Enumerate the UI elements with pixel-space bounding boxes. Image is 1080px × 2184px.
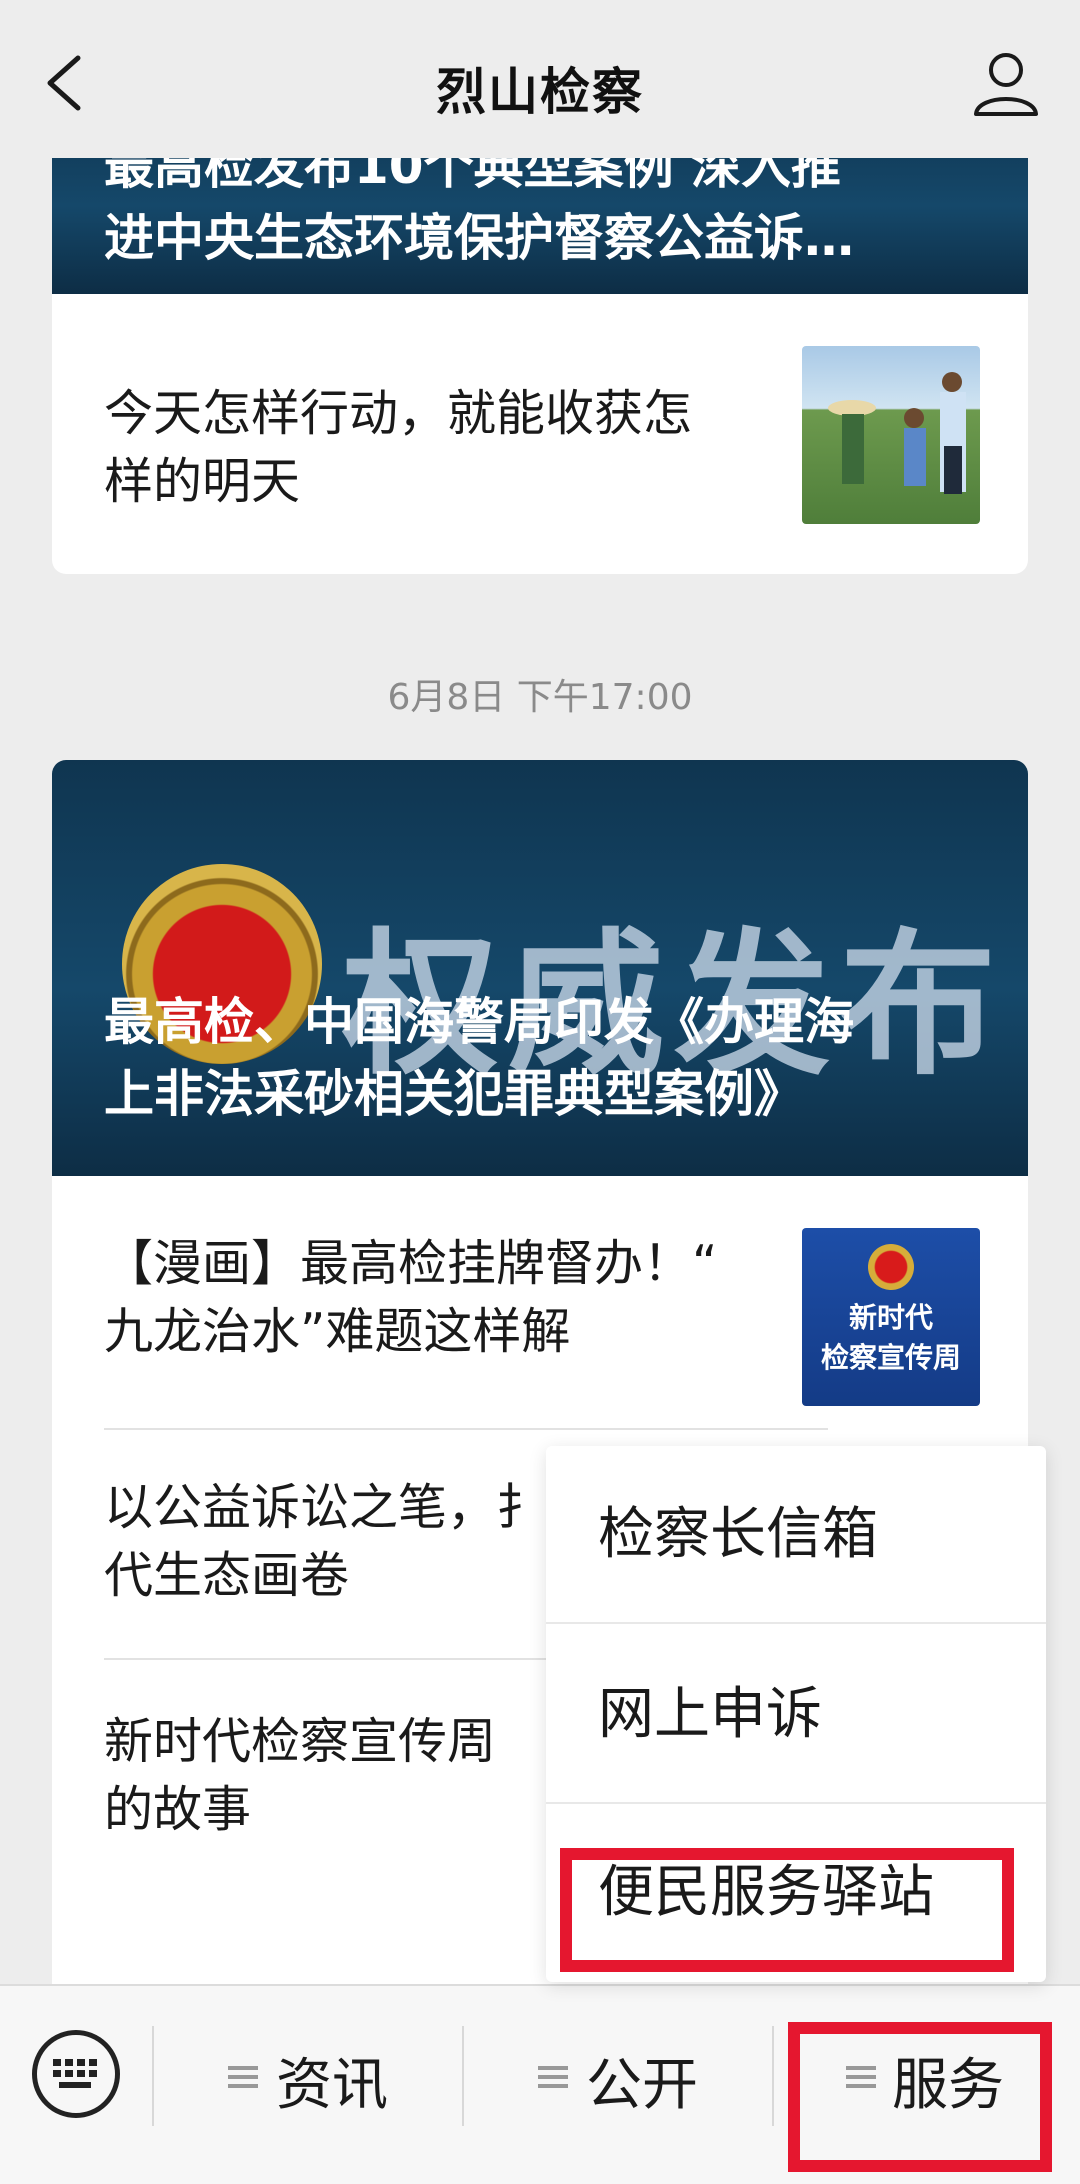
- highlight-box-menu-item: [560, 1848, 1014, 1972]
- title-line: 的故事: [104, 1781, 252, 1838]
- article-thumbnail: 新时代 检察宣传周: [802, 1228, 980, 1406]
- banner-title-1: 最高检发布10个典型案例 深入推 进中央生态环境保护督察公益诉…: [104, 158, 980, 274]
- menu-item-chief-prosecutor-mailbox[interactable]: 检察长信箱: [546, 1446, 1046, 1624]
- menu-item-online-appeal[interactable]: 网上申诉: [546, 1626, 1046, 1804]
- title-line: 新时代检察宣传周: [104, 1713, 497, 1770]
- banner-title-2: 最高检、中国海警局印发《办理海 上非法采砂相关犯罪典型案例》: [104, 986, 980, 1130]
- tab-label: 资讯: [276, 2053, 388, 2118]
- profile-icon: [974, 53, 1038, 116]
- top-navigation-bar: 烈山检察: [0, 0, 1080, 158]
- article-title: 以公益诉讼之笔，扌 代生态画卷: [104, 1474, 545, 1610]
- article-title: 新时代检察宣传周 的故事: [104, 1708, 496, 1844]
- menu-lines-icon: [538, 2066, 568, 2088]
- article-thumbnail: [802, 346, 980, 524]
- list-item[interactable]: 今天怎样行动，就能收获怎 样的明天: [104, 344, 980, 534]
- emblem-icon: [868, 1244, 914, 1290]
- banner-title-line: 最高检发布10个典型案例 深入推: [104, 158, 841, 195]
- thumbnail-text: 检察宣传周: [820, 1341, 961, 1374]
- title-line: 样的明天: [104, 453, 301, 510]
- article-title: 今天怎样行动，就能收获怎 样的明天: [104, 380, 692, 516]
- title-line: 【漫画】最高检挂牌督办！“: [104, 1235, 718, 1292]
- tab-label: 公开: [586, 2053, 698, 2118]
- article-title: 【漫画】最高检挂牌督办！“ 九龙治水”难题这样解: [104, 1230, 717, 1366]
- title-line: 以公益诉讼之笔，扌: [104, 1479, 546, 1536]
- tab-public[interactable]: 公开: [464, 1986, 770, 2184]
- list-item[interactable]: 【漫画】最高检挂牌督办！“ 九龙治水”难题这样解 新时代 检察宣传周: [104, 1176, 980, 1428]
- keyboard-toggle-button[interactable]: [32, 2030, 120, 2118]
- message-timestamp: 6月8日 下午17:00: [387, 677, 693, 718]
- tab-news[interactable]: 资讯: [154, 1986, 460, 2184]
- keyboard-icon: [53, 2059, 97, 2088]
- thumbnail-text: 新时代: [848, 1301, 933, 1334]
- article-banner-2[interactable]: 权威发布 最高检、中国海警局印发《办理海 上非法采砂相关犯罪典型案例》: [52, 760, 1028, 1176]
- menu-lines-icon: [228, 2066, 258, 2088]
- banner-title-line: 进中央生态环境保护督察公益诉…: [104, 209, 854, 267]
- people-in-field-image: [828, 372, 966, 494]
- profile-button[interactable]: [968, 46, 1044, 122]
- title-line: 代生态画卷: [104, 1547, 350, 1604]
- banner-title-line: 上非法采砂相关犯罪典型案例》: [104, 1065, 804, 1123]
- article-banner-1[interactable]: 最高检发布10个典型案例 深入推 进中央生态环境保护督察公益诉…: [52, 158, 1028, 294]
- article-card-1: 最高检发布10个典型案例 深入推 进中央生态环境保护督察公益诉… 今天怎样行动，…: [52, 158, 1028, 574]
- banner-title-line: 最高检、中国海警局印发《办理海: [104, 993, 854, 1051]
- title-line: 今天怎样行动，就能收获怎: [104, 385, 693, 442]
- highlight-box-services-tab: [788, 2022, 1052, 2172]
- page-title: 烈山检察: [436, 63, 644, 121]
- title-line: 九龙治水”难题这样解: [104, 1303, 571, 1360]
